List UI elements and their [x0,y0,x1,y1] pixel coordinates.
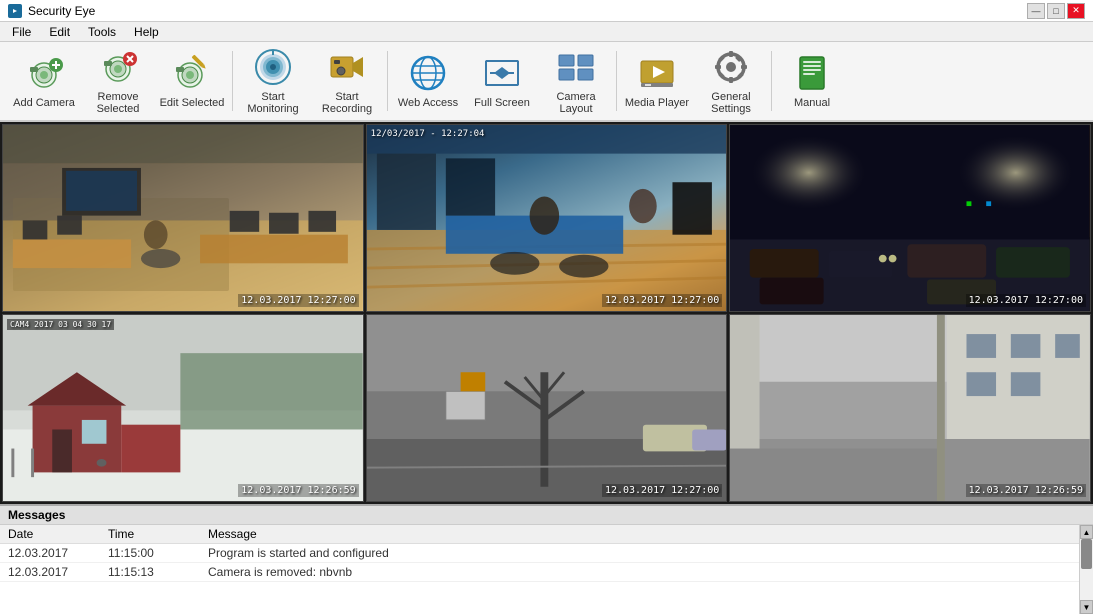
messages-wrapper: Date Time Message 12.03.2017 11:15:00 Pr… [0,525,1093,614]
menu-item-help[interactable]: Help [126,23,167,41]
camera-5-timestamp: 12.03.2017 12:27:00 [602,484,722,497]
menu-item-edit[interactable]: Edit [41,23,78,41]
col-date: Date [0,525,100,544]
msg-date-1: 12.03.2017 [0,563,100,582]
camera-1-timestamp: 12.03.2017 12:27:00 [238,294,358,307]
web-access-label: Web Access [398,97,458,109]
general-settings-icon [711,47,751,87]
media-player-button[interactable]: Media Player [621,46,693,116]
messages-header: Messages [0,506,1093,525]
camera-3-timestamp: 12.03.2017 12:27:00 [966,294,1086,307]
camera-cell-1[interactable]: 12.03.2017 12:27:00 [2,124,364,312]
start-monitoring-icon [253,47,293,87]
camera-4-timestamp: 12.03.2017 12:26:59 [238,484,358,497]
msg-time-1: 11:15:13 [100,563,200,582]
full-screen-icon [482,53,522,93]
camera-2-topinfo: 12/03/2017 - 12:27:04 [371,129,485,139]
col-message: Message [200,525,1093,544]
media-player-icon [637,53,677,93]
start-recording-label: Start Recording [314,91,380,115]
minimize-button[interactable]: — [1027,3,1045,19]
remove-selected-button[interactable]: Remove Selected [82,46,154,116]
app-title: Security Eye [28,4,95,18]
message-row-1: 12.03.2017 11:15:13 Camera is removed: n… [0,563,1093,582]
edit-selected-button[interactable]: Edit Selected [156,46,228,116]
full-screen-label: Full Screen [474,97,530,109]
messages-panel: Messages Date Time Message 12.03.2017 11… [0,504,1093,614]
menu-item-tools[interactable]: Tools [80,23,124,41]
camera-layout-button[interactable]: Camera Layout [540,46,612,116]
start-recording-button[interactable]: Start Recording [311,46,383,116]
message-row-0: 12.03.2017 11:15:00 Program is started a… [0,544,1093,563]
app-icon [8,4,22,18]
camera-layout-icon [556,47,596,87]
messages-scrollbar[interactable]: ▲ ▼ [1079,525,1093,614]
separator-4 [771,51,772,111]
camera-grid: 12.03.2017 12:27:00 12/03/20 [0,122,1093,504]
remove-selected-label: Remove Selected [85,91,151,115]
general-settings-label: General Settings [698,91,764,115]
camera-4-topinfo: CAM4 2017 03 04 30 17 [7,319,114,330]
toolbar: Add Camera Remove Selected [0,42,1093,122]
general-settings-button[interactable]: General Settings [695,46,767,116]
separator-3 [616,51,617,111]
camera-cell-5[interactable]: 12.03.2017 12:27:00 [366,314,728,502]
msg-text-1: Camera is removed: nbvnb [200,563,1093,582]
maximize-button[interactable]: □ [1047,3,1065,19]
camera-2-timestamp: 12.03.2017 12:27:00 [602,294,722,307]
camera-cell-6[interactable]: 12.03.2017 12:26:59 [729,314,1091,502]
titlebar-controls[interactable]: — □ ✕ [1027,3,1085,19]
menubar: FileEditToolsHelp [0,22,1093,42]
start-monitoring-button[interactable]: Start Monitoring [237,46,309,116]
col-time: Time [100,525,200,544]
camera-6-timestamp: 12.03.2017 12:26:59 [966,484,1086,497]
web-access-button[interactable]: Web Access [392,46,464,116]
full-screen-button[interactable]: Full Screen [466,46,538,116]
add-camera-button[interactable]: Add Camera [8,46,80,116]
close-button[interactable]: ✕ [1067,3,1085,19]
camera-cell-4[interactable]: CAM4 2017 03 04 30 17 12.03.2017 12:26:5… [2,314,364,502]
menu-item-file[interactable]: File [4,23,39,41]
remove-selected-icon [98,47,138,87]
separator-2 [387,51,388,111]
msg-date-0: 12.03.2017 [0,544,100,563]
msg-time-0: 11:15:00 [100,544,200,563]
start-monitoring-label: Start Monitoring [240,91,306,115]
camera-cell-3[interactable]: 12.03.2017 12:27:00 [729,124,1091,312]
titlebar: Security Eye — □ ✕ [0,0,1093,22]
messages-table: Date Time Message 12.03.2017 11:15:00 Pr… [0,525,1093,582]
web-access-icon [408,53,448,93]
media-player-label: Media Player [625,97,689,109]
camera-cell-2[interactable]: 12/03/2017 - 12:27:04 12.03.2017 12:27:0… [366,124,728,312]
manual-icon [792,53,832,93]
add-camera-icon [24,53,64,93]
start-recording-icon [327,47,367,87]
manual-label: Manual [794,97,830,109]
add-camera-label: Add Camera [13,97,75,109]
separator-1 [232,51,233,111]
titlebar-left: Security Eye [8,4,95,18]
edit-selected-label: Edit Selected [160,97,225,109]
msg-text-0: Program is started and configured [200,544,1093,563]
edit-selected-icon [172,53,212,93]
manual-button[interactable]: Manual [776,46,848,116]
camera-layout-label: Camera Layout [543,91,609,115]
